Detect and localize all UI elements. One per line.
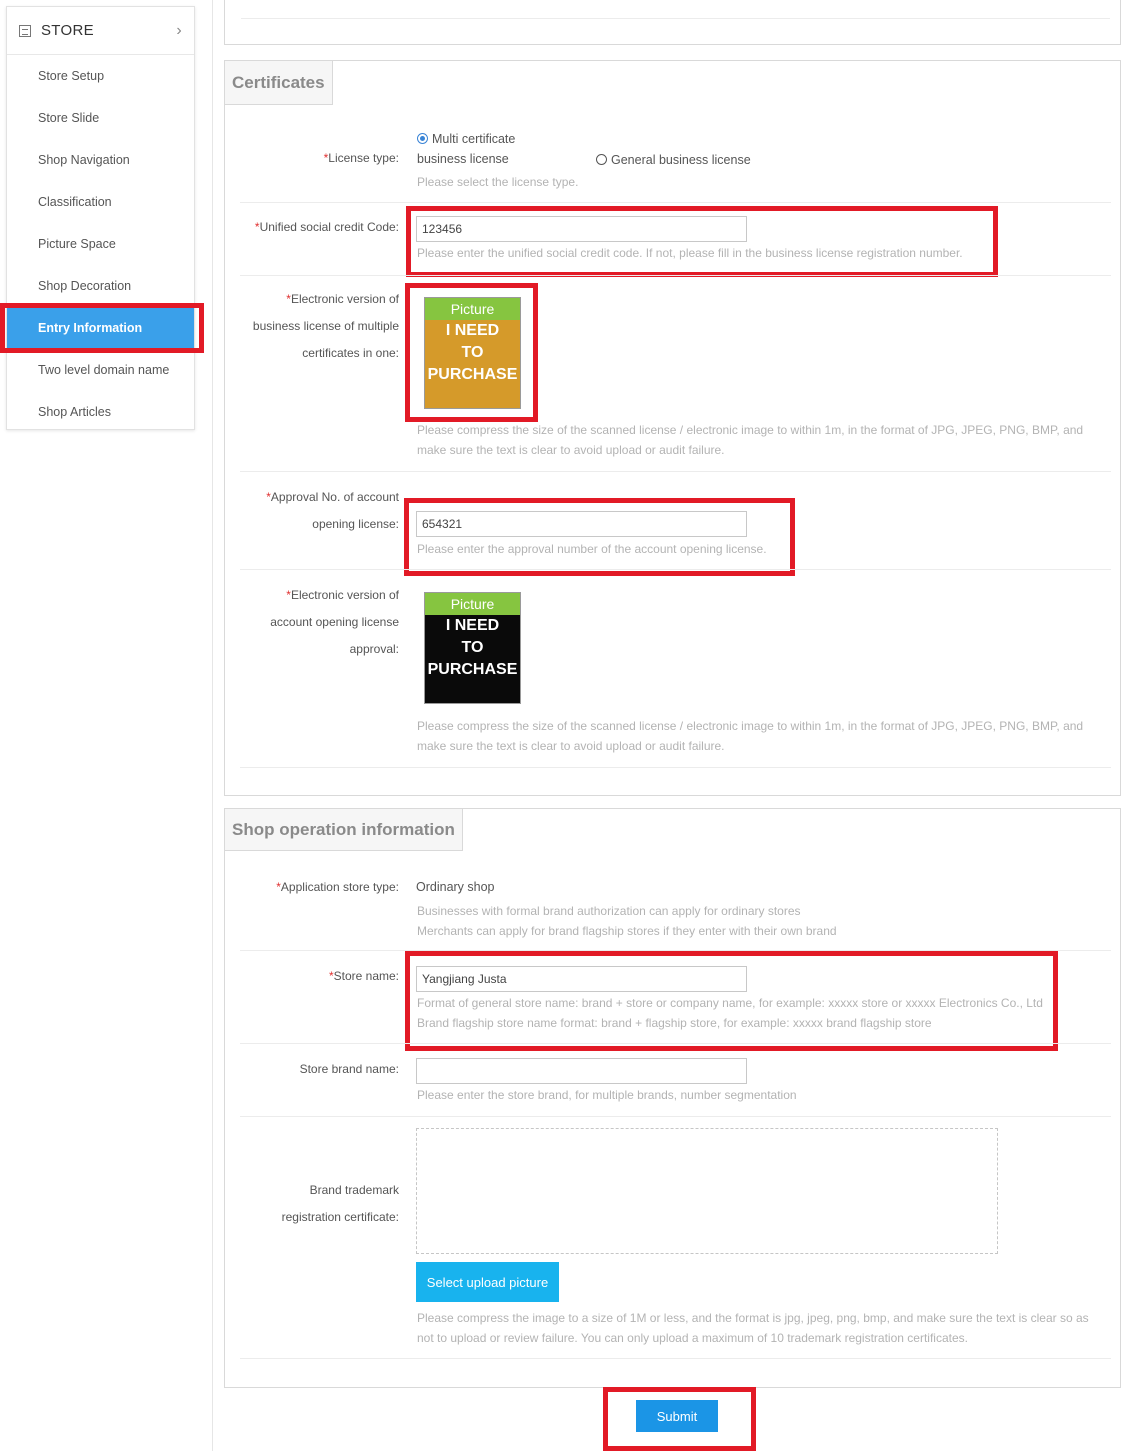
business-license-image-hint: Please compress the size of the scanned … (417, 423, 1084, 457)
pic-placeholder-text: I NEED TO PURCHASE (425, 320, 520, 408)
radio-multi-certificate[interactable]: Multi certificate business license (417, 129, 515, 169)
approval-image[interactable]: Picture I NEED TO PURCHASE (424, 592, 521, 704)
row-divider (240, 471, 1111, 472)
sidebar-item-shop-navigation[interactable]: Shop Navigation (7, 139, 194, 181)
row-divider (240, 1358, 1111, 1359)
credit-code-input[interactable] (416, 216, 747, 242)
brand-name-hint: Please enter the store brand, for multip… (417, 1088, 797, 1102)
trademark-label: Brand trademark registration certificate… (281, 1183, 399, 1224)
row-divider (240, 950, 1111, 951)
sidebar-item-two-level-domain[interactable]: Two level domain name (7, 349, 194, 391)
sidebar-title: STORE (41, 22, 94, 39)
approval-no-label: *Approval No. of account opening license… (266, 490, 399, 531)
credit-code-hint: Please enter the unified social credit c… (417, 246, 963, 260)
store-name-label: *Store name: (328, 969, 399, 983)
previous-panel (224, 0, 1121, 45)
row-divider (240, 767, 1111, 768)
brand-name-input[interactable] (416, 1058, 747, 1084)
business-license-image[interactable]: Picture I NEED TO PURCHASE (424, 297, 521, 409)
sidebar-item-shop-articles[interactable]: Shop Articles (7, 391, 194, 433)
chevron-right-icon[interactable]: › (176, 22, 182, 40)
store-name-hint: Format of general store name: brand + st… (417, 996, 1043, 1030)
pic-header: Picture (425, 298, 520, 320)
shop-operation-tab[interactable]: Shop operation information (225, 809, 463, 851)
row-divider (240, 1116, 1111, 1117)
approval-image-hint: Please compress the size of the scanned … (417, 719, 1084, 753)
row-divider (241, 18, 1110, 19)
store-type-label: *Application store type: (276, 880, 399, 894)
sidebar-item-picture-space[interactable]: Picture Space (7, 223, 194, 265)
row-divider (240, 202, 1111, 203)
sidebar-item-store-setup[interactable]: Store Setup (7, 55, 194, 97)
select-upload-picture-button[interactable]: Select upload picture (416, 1262, 559, 1302)
radio-selected-icon[interactable] (417, 133, 428, 144)
store-sidebar: STORE › Store Setup Store Slide Shop Nav… (6, 6, 195, 430)
business-license-image-label: *Electronic version of business license … (252, 292, 399, 360)
approval-image-label: *Electronic version of account opening l… (270, 588, 399, 656)
license-type-hint: Please select the license type. (417, 175, 579, 189)
pic-placeholder-text: I NEED TO PURCHASE (425, 615, 520, 703)
sidebar-item-shop-decoration[interactable]: Shop Decoration (7, 265, 194, 307)
trademark-upload-area[interactable] (416, 1128, 998, 1254)
pic-header: Picture (425, 593, 520, 615)
certificates-tab[interactable]: Certificates (225, 61, 333, 105)
row-divider (240, 569, 1111, 570)
radio-unselected-icon[interactable] (596, 154, 607, 165)
sidebar-header[interactable]: STORE › (7, 7, 194, 55)
store-type-hint: Businesses with formal brand authorizati… (417, 904, 837, 938)
radio-general-license[interactable]: General business license (596, 150, 751, 170)
approval-no-input[interactable] (416, 511, 747, 537)
store-icon (19, 24, 31, 37)
brand-name-label: Store brand name: (299, 1062, 399, 1076)
credit-code-label: *Unified social credit Code: (254, 220, 399, 234)
submit-button[interactable]: Submit (636, 1400, 718, 1432)
sidebar-item-entry-information[interactable]: Entry Information (7, 307, 194, 349)
sidebar-item-classification[interactable]: Classification (7, 181, 194, 223)
sidebar-item-store-slide[interactable]: Store Slide (7, 97, 194, 139)
trademark-hint: Please compress the image to a size of 1… (417, 1311, 1089, 1345)
license-type-label: *License type: (323, 151, 399, 165)
row-divider (240, 1043, 1111, 1044)
approval-no-hint: Please enter the approval number of the … (417, 542, 767, 556)
row-divider (240, 275, 1111, 276)
store-name-input[interactable] (416, 966, 747, 992)
content-divider (212, 0, 213, 1451)
store-type-value: Ordinary shop (416, 880, 495, 894)
